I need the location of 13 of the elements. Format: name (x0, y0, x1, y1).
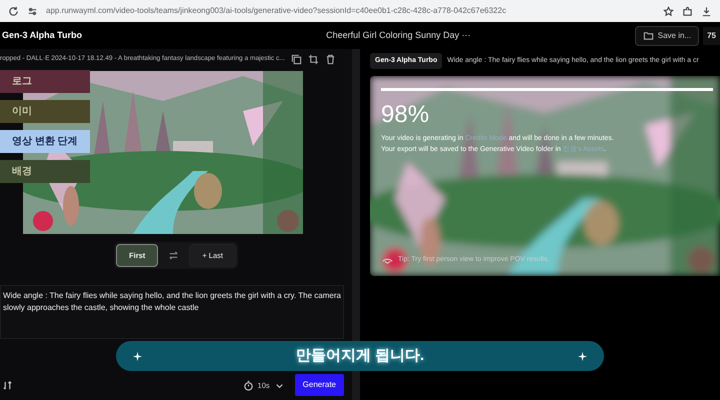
generate-button[interactable]: Generate (294, 374, 344, 396)
chapter-label: 이미 (0, 100, 90, 123)
credits-count: 75 (703, 26, 720, 44)
subtitle-text: 만들어지게 됩니다. (296, 346, 424, 366)
prompt-field[interactable]: Wide angle : The fairy flies while saying hello, and the lion greets the girl with a cry. The camera slowly approaches the castle, showing the whole castle (0, 285, 344, 340)
project-title: Cheerful Girl Coloring Sunny Day (326, 30, 460, 40)
progress-percent: 98% (381, 100, 430, 130)
chapter-label: 배경 (0, 160, 90, 183)
chapter-label: 로그 (0, 70, 90, 93)
model-name: Gen-3 Alpha Turbo (2, 28, 83, 42)
more-button[interactable]: ··· (462, 30, 471, 40)
save-button[interactable]: Save in... (634, 26, 700, 46)
chapter-label: 영상 변환 단계 (0, 130, 90, 153)
